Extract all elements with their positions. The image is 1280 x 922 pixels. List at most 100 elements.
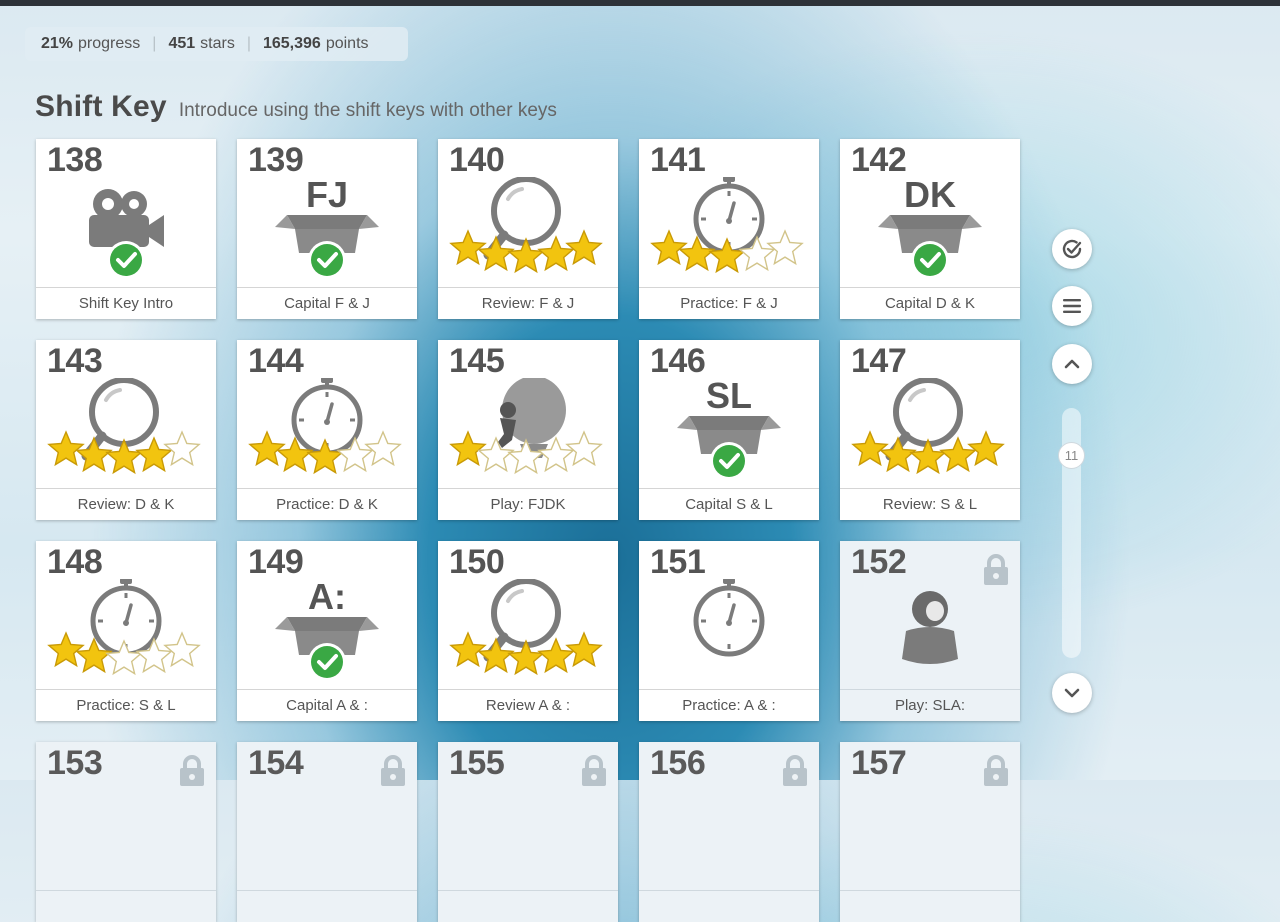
scroll-down-button[interactable]: [1052, 673, 1092, 713]
section-header: Shift Key Introduce using the shift keys…: [35, 90, 557, 124]
lesson-number: 145: [449, 342, 505, 380]
lesson-label: Review: S & L: [840, 488, 1020, 520]
lesson-card[interactable]: 139 FJ Capital F & J: [237, 139, 417, 319]
stopwatch-icon: [291, 378, 363, 456]
star-filled-icon: [851, 430, 889, 467]
stars-value: 451: [168, 35, 196, 52]
check-badge-icon: [107, 241, 145, 279]
star-filled-icon: [248, 430, 286, 467]
stopwatch-icon: [90, 579, 162, 657]
lesson-label: Review: F & J: [438, 287, 618, 319]
star-filled-icon: [135, 436, 173, 473]
lesson-card[interactable]: 150 Review A & :: [438, 541, 618, 721]
star-filled-icon: [565, 631, 603, 668]
check-badge-icon: [308, 643, 346, 681]
scroll-up-button[interactable]: [1052, 344, 1092, 384]
top-bar: [0, 0, 1280, 6]
lesson-card[interactable]: 143 Review: D & K: [36, 340, 216, 520]
lesson-card[interactable]: 138 Shift Key Intro: [36, 139, 216, 319]
star-empty-icon: [163, 631, 201, 668]
check-badge-icon: [710, 442, 748, 480]
star-filled-icon: [75, 436, 113, 473]
lesson-art: [248, 378, 402, 475]
star-filled-icon: [537, 637, 575, 674]
star-filled-icon: [449, 229, 487, 266]
star-filled-icon: [449, 631, 487, 668]
lesson-number: 138: [47, 141, 103, 179]
lesson-label: Practice: S & L: [36, 689, 216, 721]
points-label: points: [325, 35, 369, 52]
lesson-card[interactable]: 148 Practice: S & L: [36, 541, 216, 721]
star-filled-icon: [47, 631, 85, 668]
lesson-card[interactable]: 157: [840, 742, 1020, 922]
lesson-card[interactable]: 144 Practice: D & K: [237, 340, 417, 520]
lesson-card[interactable]: 153: [36, 742, 216, 922]
progress-button[interactable]: [1052, 229, 1092, 269]
lesson-card[interactable]: 142 DK Capital D & K: [840, 139, 1020, 319]
lesson-card[interactable]: 152 Play: SLA:: [840, 541, 1020, 721]
menu-button[interactable]: [1052, 286, 1092, 326]
star-empty-icon: [364, 430, 402, 467]
star-filled-icon: [537, 235, 575, 272]
check-badge-icon: [308, 241, 346, 279]
lesson-label: Capital S & L: [639, 488, 819, 520]
lesson-number: 157: [851, 744, 907, 782]
box-label: DK: [904, 177, 956, 215]
stars-label: stars: [200, 35, 235, 52]
box-label: A:: [308, 579, 346, 617]
lesson-card[interactable]: 156: [639, 742, 819, 922]
stopwatch-icon: [693, 177, 765, 255]
lesson-number: 156: [650, 744, 706, 782]
lesson-number: 154: [248, 744, 304, 782]
star-filled-icon: [565, 229, 603, 266]
lock-icon: [180, 755, 204, 786]
lesson-label: Capital F & J: [237, 287, 417, 319]
lesson-number: 152: [851, 543, 907, 581]
lesson-art: [89, 189, 164, 279]
star-empty-icon: [766, 229, 804, 266]
box-label: FJ: [306, 177, 348, 215]
lesson-card[interactable]: 155: [438, 742, 618, 922]
lesson-number: 148: [47, 543, 103, 581]
lesson-number: 155: [449, 744, 505, 782]
pot-creature-icon: [902, 591, 958, 664]
star-filled-icon: [477, 637, 515, 674]
lesson-number: 153: [47, 744, 103, 782]
lesson-art: [47, 579, 201, 676]
lesson-label: [438, 890, 618, 922]
lesson-art: [650, 177, 804, 274]
lesson-number: 140: [449, 141, 505, 179]
star-empty-icon: [565, 430, 603, 467]
stats-bar: 21% progress | 451 stars | 165,396 point…: [25, 27, 408, 61]
lesson-number: 146: [650, 342, 706, 380]
lesson-label: [840, 890, 1020, 922]
divider: |: [246, 35, 251, 52]
lesson-art: FJ: [275, 177, 379, 279]
lesson-card[interactable]: 154: [237, 742, 417, 922]
lesson-label: Play: FJDK: [438, 488, 618, 520]
scroll-thumb[interactable]: 11: [1058, 442, 1085, 469]
lesson-art: [449, 378, 603, 475]
lesson-label: Review: D & K: [36, 488, 216, 520]
lesson-card[interactable]: 149 A: Capital A & :: [237, 541, 417, 721]
lesson-card[interactable]: 147 Review: S & L: [840, 340, 1020, 520]
star-filled-icon: [477, 235, 515, 272]
lesson-label: [639, 890, 819, 922]
lesson-label: Practice: D & K: [237, 488, 417, 520]
section-title: Shift Key: [35, 90, 167, 123]
lesson-art: [449, 579, 603, 676]
lesson-label: Practice: F & J: [639, 287, 819, 319]
lesson-number: 139: [248, 141, 304, 179]
lesson-label: Practice: A & :: [639, 689, 819, 721]
lesson-card[interactable]: 151 Practice: A & :: [639, 541, 819, 721]
lesson-card[interactable]: 145 Play: FJDK: [438, 340, 618, 520]
star-empty-icon: [163, 430, 201, 467]
lesson-card[interactable]: 141 Practice: F & J: [639, 139, 819, 319]
lesson-art: [47, 378, 201, 475]
star-filled-icon: [449, 430, 487, 467]
star-filled-icon: [879, 436, 917, 473]
divider: |: [152, 35, 157, 52]
star-filled-icon: [105, 438, 143, 475]
lesson-card[interactable]: 140 Review: F & J: [438, 139, 618, 319]
lesson-card[interactable]: 146 SL Capital S & L: [639, 340, 819, 520]
